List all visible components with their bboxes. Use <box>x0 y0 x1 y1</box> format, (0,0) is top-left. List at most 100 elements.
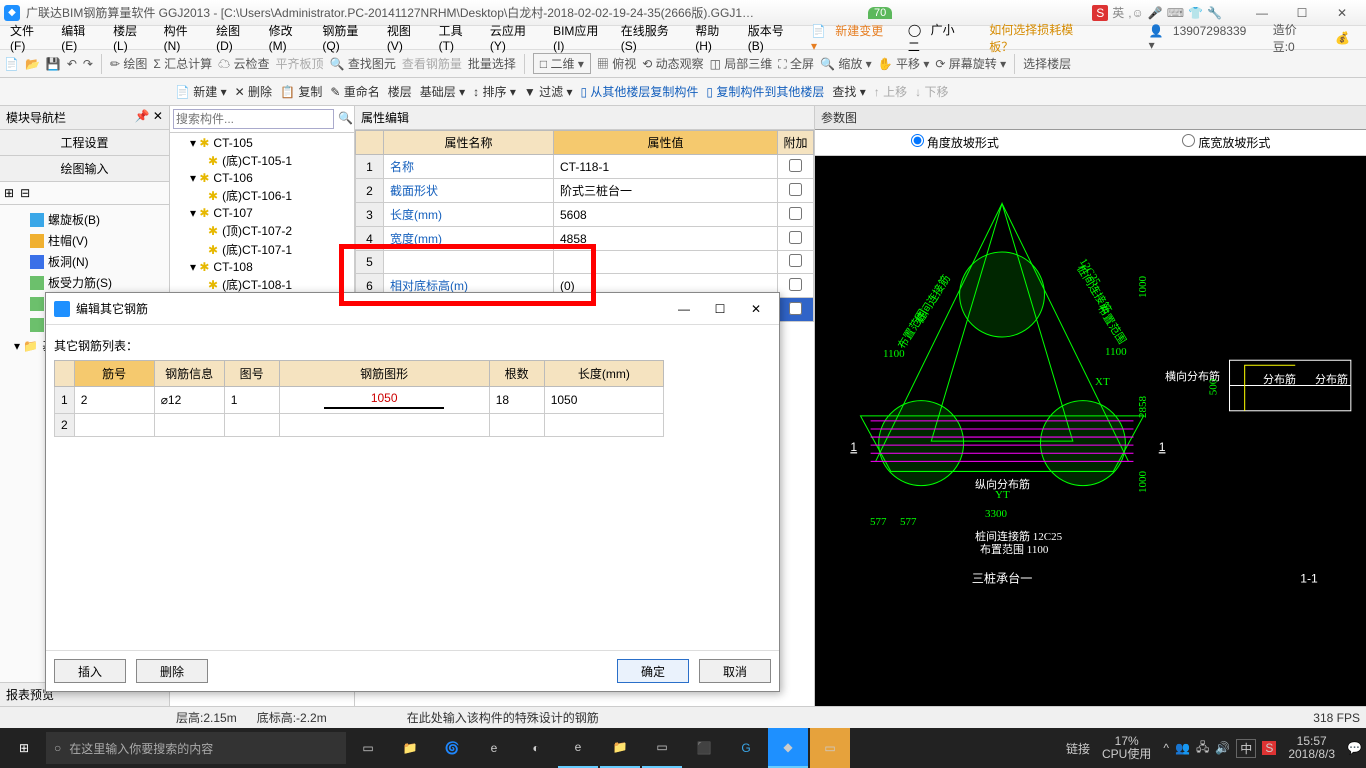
app-icon-4[interactable]: 📁 <box>600 728 640 768</box>
cancel-button[interactable]: 取消 <box>699 659 771 683</box>
view-full[interactable]: ⛶ 全屏 <box>778 55 814 72</box>
folder-icon[interactable]: 📁 <box>390 728 430 768</box>
btn-rename[interactable]: ✎ 重命名 <box>330 83 379 100</box>
btn-copy[interactable]: 📋 复制 <box>280 83 322 100</box>
menu-user[interactable]: ◯ 广小二 <box>902 19 975 57</box>
dialog-close[interactable]: ✕ <box>741 302 771 316</box>
view-3d[interactable]: ◫ 局部三维 <box>710 55 773 72</box>
btn-down[interactable]: ↓ 下移 <box>915 83 948 100</box>
tree-leaf[interactable]: ✱(底)CT-107-1 <box>172 240 352 259</box>
menu-tools[interactable]: 工具(T) <box>433 20 482 55</box>
btn-new[interactable]: 📄 新建 ▾ <box>175 83 227 100</box>
taskview-icon[interactable]: ▭ <box>348 728 388 768</box>
view-zoom[interactable]: 🔍 缩放 ▾ <box>820 55 872 72</box>
tool-cloud[interactable]: ☁ 云检查 <box>218 55 269 72</box>
nav-item[interactable]: 螺旋板(B) <box>4 209 165 230</box>
expand-icon[interactable]: ⊞ <box>4 186 14 200</box>
tool-draw[interactable]: ✏ 绘图 <box>110 55 147 72</box>
tree-node[interactable]: ▾ ✱CT-107 <box>172 205 352 221</box>
menu-quantity[interactable]: 钢筋量(Q) <box>316 20 378 55</box>
btn-filter[interactable]: ▼ 过滤 ▾ <box>524 83 573 100</box>
btn-up[interactable]: ↑ 上移 <box>874 83 907 100</box>
tool-batch[interactable]: 批量选择 <box>468 55 516 72</box>
app-icon-9[interactable]: ▭ <box>810 728 850 768</box>
btn-copy-to[interactable]: ▯ 复制构件到其他楼层 <box>706 83 824 100</box>
menu-modify[interactable]: 修改(M) <box>263 20 315 55</box>
btn-find[interactable]: 查找 ▾ <box>832 83 865 100</box>
open-icon[interactable]: 📂 <box>25 57 40 71</box>
view-rotate[interactable]: ⟳ 屏幕旋转 ▾ <box>935 55 1006 72</box>
tray-up-icon[interactable]: ^ <box>1163 741 1169 755</box>
new-icon[interactable]: 📄 <box>4 57 19 71</box>
insert-button[interactable]: 插入 <box>54 659 126 683</box>
app-icon-5[interactable]: ▭ <box>642 728 682 768</box>
tray-people-icon[interactable]: 👥 <box>1175 741 1190 755</box>
menu-edit[interactable]: 编辑(E) <box>55 20 105 55</box>
tool-view-qty[interactable]: 查看钢筋量 <box>402 55 462 72</box>
sel-base[interactable]: 基础层 ▾ <box>420 83 465 100</box>
tray-notif-icon[interactable]: 💬 <box>1347 741 1362 755</box>
cad-canvas[interactable]: 三桩承台一 1-1 1 1 桩间连接筋 布置范围 1100 桩间连接筋 12C2… <box>815 156 1366 706</box>
search-input[interactable] <box>173 109 334 129</box>
undo-icon[interactable]: ↶ <box>67 57 77 71</box>
tray-net-icon[interactable]: 🖧 <box>1196 738 1209 759</box>
menu-bim[interactable]: BIM应用(I) <box>547 20 613 55</box>
btn-copy-from[interactable]: ▯ 从其他楼层复制构件 <box>580 83 698 100</box>
tool-sum[interactable]: Σ 汇总计算 <box>153 55 212 72</box>
select-floor[interactable]: 选择楼层 <box>1023 55 1071 72</box>
app-icon-6[interactable]: ⬛ <box>684 728 724 768</box>
menu-help[interactable]: 帮助(H) <box>689 20 739 55</box>
view-orbit[interactable]: ⟲ 动态观察 <box>642 55 703 72</box>
view-2d[interactable]: □ 二维 ▾ <box>533 53 591 74</box>
delete-button[interactable]: 删除 <box>136 659 208 683</box>
collapse-icon[interactable]: ⊟ <box>20 186 30 200</box>
taskbar-search[interactable]: ○ 在这里输入你要搜索的内容 <box>46 732 346 764</box>
menu-version[interactable]: 版本号(B) <box>742 20 803 55</box>
menu-file[interactable]: 文件(F) <box>4 20 53 55</box>
menu-new-change[interactable]: 📄 新建变更 ▾ <box>805 20 900 55</box>
tool-find[interactable]: 🔍 查找图元 <box>330 55 396 72</box>
edge-icon[interactable]: e <box>474 728 514 768</box>
tree-node[interactable]: ▾ ✱CT-106 <box>172 170 352 186</box>
pin-icon[interactable]: 📌 ✕ <box>135 109 163 126</box>
ok-button[interactable]: 确定 <box>617 659 689 683</box>
view-top[interactable]: ▦ 俯视 <box>597 55 636 72</box>
menu-online[interactable]: 在线服务(S) <box>615 20 688 55</box>
tray-vol-icon[interactable]: 🔊 <box>1215 741 1230 755</box>
tray-clock[interactable]: 15:572018/8/3 <box>1282 735 1341 761</box>
btn-delete[interactable]: ✕ 删除 <box>235 83 272 100</box>
tree-leaf[interactable]: ✱(顶)CT-107-2 <box>172 221 352 240</box>
coin-icon[interactable]: 💰 <box>1329 29 1356 47</box>
btn-sort[interactable]: ↕ 排序 ▾ <box>473 83 516 100</box>
tree-leaf[interactable]: ✱(底)CT-106-1 <box>172 186 352 205</box>
menu-view[interactable]: 视图(V) <box>381 20 431 55</box>
nav-item[interactable]: 板受力筋(S) <box>4 272 165 293</box>
dialog-max[interactable]: ☐ <box>705 302 735 316</box>
start-button[interactable]: ⊞ <box>4 728 44 768</box>
save-icon[interactable]: 💾 <box>46 57 61 71</box>
app-icon-2[interactable]: ◐ <box>516 728 556 768</box>
app-icon-3[interactable]: e <box>558 728 598 768</box>
nav-tab-draw[interactable]: 绘图输入 <box>0 156 169 182</box>
dialog-min[interactable]: — <box>669 302 699 316</box>
app-icon-8[interactable]: ◆ <box>768 728 808 768</box>
nav-tab-settings[interactable]: 工程设置 <box>0 130 169 156</box>
menu-component[interactable]: 构件(N) <box>158 20 208 55</box>
nav-item[interactable]: 柱帽(V) <box>4 230 165 251</box>
view-pan[interactable]: ✋ 平移 ▾ <box>878 55 930 72</box>
tree-node[interactable]: ▾ ✱CT-105 <box>172 135 352 151</box>
sel-floor[interactable]: 楼层 <box>388 83 412 100</box>
app-icon-1[interactable]: 🌀 <box>432 728 472 768</box>
search-icon[interactable]: 🔍 <box>334 109 357 129</box>
tip-link[interactable]: 如何选择损耗模板？ <box>983 19 1094 57</box>
app-icon-7[interactable]: G <box>726 728 766 768</box>
redo-icon[interactable]: ↷ <box>83 57 93 71</box>
menu-cloud[interactable]: 云应用(Y) <box>484 20 545 55</box>
radio-width[interactable]: 底宽放坡形式 <box>1182 134 1270 151</box>
tool-align[interactable]: 平齐板顶 <box>276 55 324 72</box>
nav-item[interactable]: 板洞(N) <box>4 251 165 272</box>
tray-ime[interactable]: 中 <box>1236 739 1256 758</box>
tray-link[interactable]: 链接 <box>1066 740 1090 757</box>
tree-leaf[interactable]: ✱(底)CT-105-1 <box>172 151 352 170</box>
tray-sogou-icon[interactable]: S <box>1262 741 1276 755</box>
